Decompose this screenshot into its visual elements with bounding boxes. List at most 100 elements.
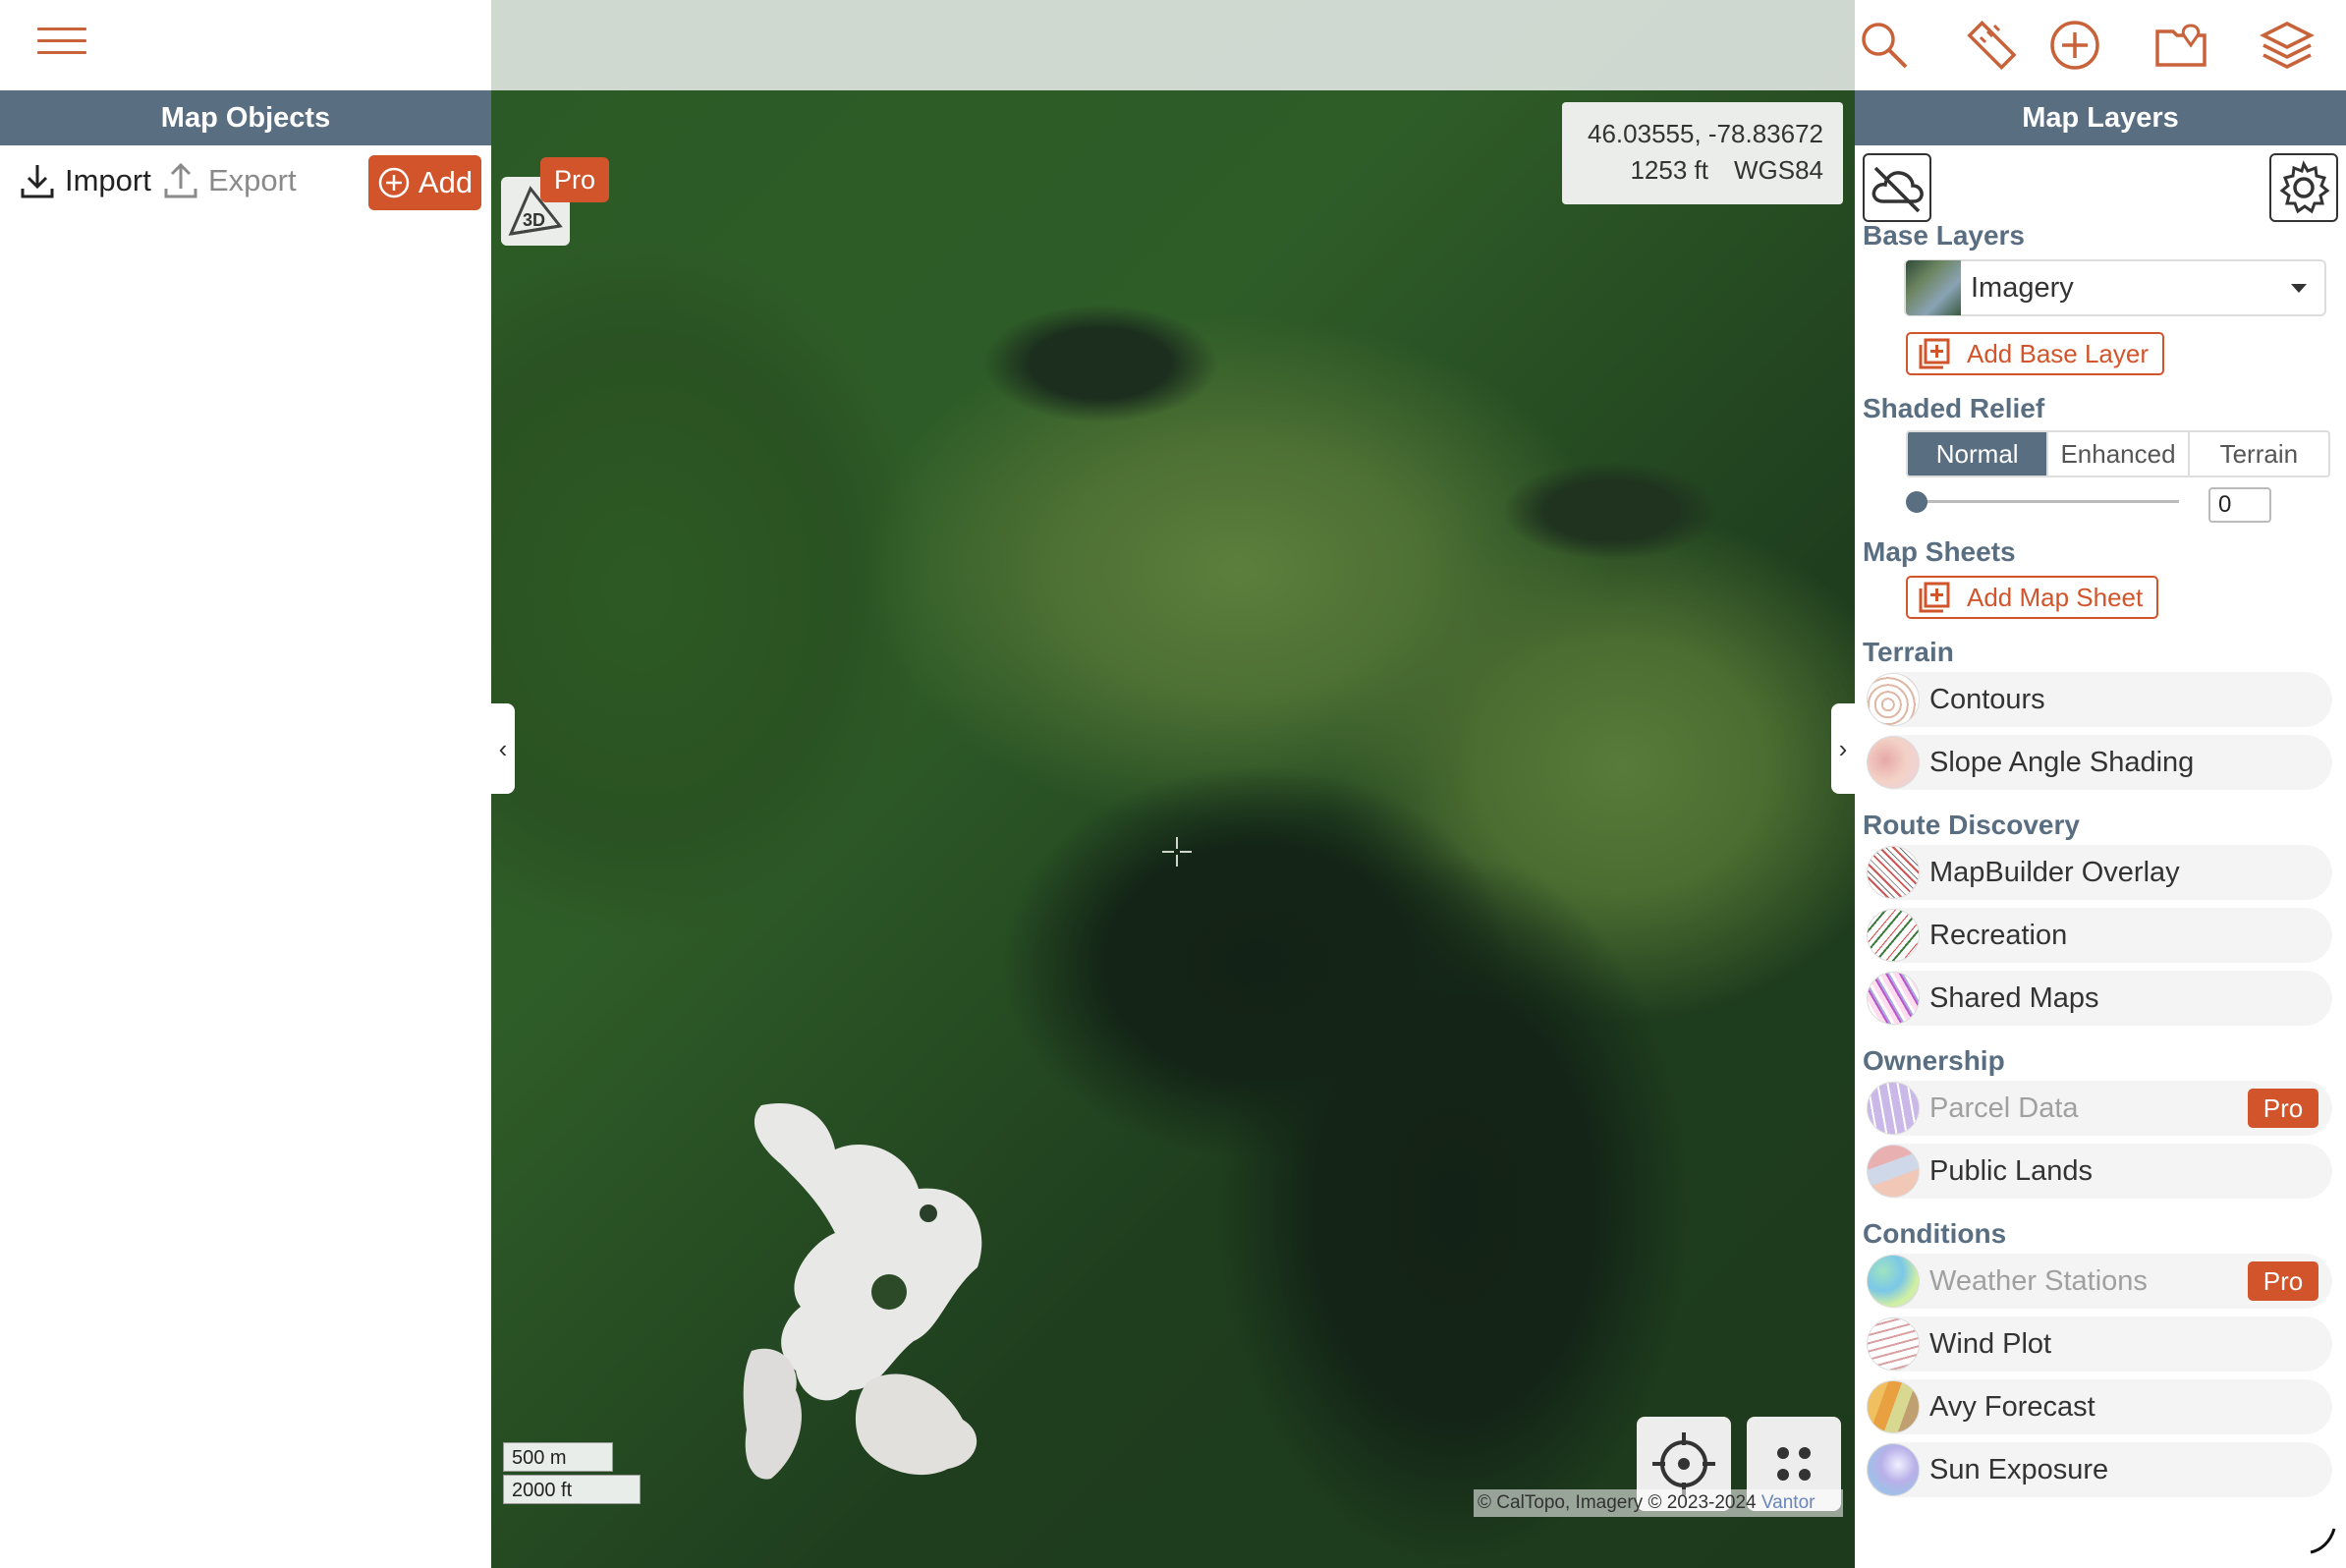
add-layer-icon (1919, 338, 1950, 369)
imagery-thumbnail (1906, 260, 1961, 315)
import-button[interactable]: Import (20, 159, 151, 202)
shaded-relief-value-input[interactable]: 0 (2208, 487, 2271, 523)
scale-metric: 500 m (503, 1442, 613, 1472)
slope-angle-thumbnail (1867, 736, 1920, 789)
add-map-sheet-button[interactable]: Add Map Sheet (1906, 576, 2159, 619)
base-layer-select[interactable]: Imagery (1904, 259, 2326, 316)
layer-label: Wind Plot (1929, 1327, 2052, 1360)
contours-thumbnail (1867, 673, 1920, 726)
chevron-right-icon: › (1838, 733, 1848, 763)
3d-pro-badge: Pro (540, 157, 609, 202)
map-folder-icon[interactable] (2151, 16, 2210, 75)
layer-label: Slope Angle Shading (1929, 746, 2195, 778)
layer-label: Weather Stations (1929, 1264, 2148, 1297)
hamburger-menu-icon[interactable] (37, 22, 86, 61)
layer-public-lands[interactable]: Public Lands (1867, 1144, 2332, 1199)
elevation-datum-row: 1253 ft WGS84 (1562, 152, 1823, 189)
layer-label: Avy Forecast (1929, 1390, 2095, 1423)
route-discovery-label: Route Discovery (1863, 810, 2080, 840)
mapbuilder-thumbnail (1867, 846, 1920, 899)
layer-recreation[interactable]: Recreation (1867, 908, 2332, 963)
avy-forecast-thumbnail (1867, 1380, 1920, 1433)
attribution-link[interactable]: Vantor (1761, 1492, 1815, 1513)
layer-mapbuilder-overlay[interactable]: MapBuilder Overlay (1867, 845, 2332, 900)
layer-wind-plot[interactable]: Wind Plot (1867, 1316, 2332, 1372)
layer-slope-angle-shading[interactable]: Slope Angle Shading (1867, 735, 2332, 790)
export-icon (164, 162, 197, 198)
cloud-cover (743, 1103, 982, 1480)
conditions-label: Conditions (1863, 1218, 2007, 1249)
layer-settings-button[interactable] (2269, 153, 2338, 222)
svg-text:3D: 3D (523, 210, 545, 230)
caret-down-icon (2291, 283, 2307, 293)
scale-bar: 500 m 2000 ft (503, 1442, 641, 1504)
layer-label: Recreation (1929, 919, 2068, 951)
import-label: Import (65, 163, 151, 197)
shaded-relief-segmented-control: Normal Enhanced Terrain (1906, 430, 2330, 477)
layer-sun-exposure[interactable]: Sun Exposure (1867, 1442, 2332, 1497)
terrain-label: Terrain (1863, 637, 1954, 667)
sun-exposure-thumbnail (1867, 1443, 1920, 1496)
layer-label: Parcel Data (1929, 1092, 2079, 1124)
resize-handle-icon[interactable] (2307, 1525, 2336, 1554)
slider-track (1914, 500, 2179, 503)
search-icon[interactable] (1855, 16, 1914, 75)
gear-icon (2279, 160, 2330, 214)
map-objects-title: Map Objects (160, 101, 331, 134)
map-objects-panel: Import Export Add (0, 145, 491, 1568)
layer-parcel-data[interactable]: Parcel Data Pro (1867, 1081, 2332, 1136)
add-object-button[interactable]: Add (368, 155, 481, 210)
scale-imperial: 2000 ft (503, 1475, 641, 1504)
recreation-thumbnail (1867, 909, 1920, 962)
elevation-text: 1253 ft (1630, 155, 1708, 185)
crosshair-locate-icon (1652, 1432, 1715, 1495)
layer-weather-stations[interactable]: Weather Stations Pro (1867, 1254, 2332, 1309)
parcel-data-thumbnail (1867, 1082, 1920, 1135)
offline-toggle-button[interactable] (1863, 153, 1931, 222)
ownership-label: Ownership (1863, 1045, 2005, 1076)
coordinate-readout[interactable]: 46.03555, -78.83672 1253 ft WGS84 (1562, 102, 1843, 204)
shaded-relief-slider[interactable] (1906, 491, 2179, 513)
map-top-strip (491, 0, 1855, 90)
layer-label: MapBuilder Overlay (1929, 856, 2180, 888)
relief-option-terrain[interactable]: Terrain (2190, 432, 2328, 476)
crosshair-icon (1162, 837, 1192, 867)
four-dots-icon (1777, 1447, 1811, 1481)
layer-label: Contours (1929, 683, 2045, 715)
top-bar-left (0, 0, 491, 90)
cloud-off-icon (1871, 166, 1924, 213)
add-base-layer-button[interactable]: Add Base Layer (1906, 332, 2165, 375)
public-lands-thumbnail (1867, 1145, 1920, 1198)
collapse-left-panel-button[interactable]: ‹ (491, 703, 515, 794)
add-label: Add (418, 165, 474, 199)
relief-option-enhanced[interactable]: Enhanced (2048, 432, 2190, 476)
wind-plot-thumbnail (1867, 1317, 1920, 1371)
map-layers-title: Map Layers (2022, 101, 2179, 134)
map-objects-header: Map Objects (0, 90, 491, 145)
relief-option-normal[interactable]: Normal (1908, 432, 2049, 476)
attribution-text: © CalTopo, Imagery © 2023-2024 (1478, 1492, 1761, 1513)
collapse-right-panel-button[interactable]: › (1831, 703, 1855, 794)
layer-label: Public Lands (1929, 1154, 2094, 1187)
layer-contours[interactable]: Contours (1867, 672, 2332, 727)
layer-avy-forecast[interactable]: Avy Forecast (1867, 1379, 2332, 1434)
ruler-icon[interactable] (1961, 16, 2020, 75)
shaded-relief-label: Shaded Relief (1863, 393, 2045, 423)
layer-label: Shared Maps (1929, 981, 2099, 1014)
pro-badge: Pro (2248, 1261, 2318, 1301)
datum-text: WGS84 (1733, 155, 1823, 185)
map-layers-panel: Base Layers Imagery Add Base Layer Shade… (1855, 145, 2346, 1568)
coordinate-text: 46.03555, -78.83672 (1588, 119, 1823, 148)
map-canvas[interactable]: 46.03555, -78.83672 1253 ft WGS84 3D Pro … (491, 0, 1855, 1568)
slider-handle[interactable] (1906, 491, 1927, 513)
layers-icon[interactable] (2258, 16, 2317, 75)
add-circle-icon[interactable] (2045, 16, 2104, 75)
add-layer-icon (1919, 582, 1950, 613)
layer-label: Sun Exposure (1929, 1453, 2109, 1485)
map-sheets-label: Map Sheets (1863, 536, 2016, 567)
layer-shared-maps[interactable]: Shared Maps (1867, 971, 2332, 1026)
weather-stations-thumbnail (1867, 1255, 1920, 1308)
top-bar-right (1855, 0, 2346, 90)
map-layers-header: Map Layers (1855, 90, 2346, 145)
export-button[interactable]: Export (163, 159, 297, 202)
